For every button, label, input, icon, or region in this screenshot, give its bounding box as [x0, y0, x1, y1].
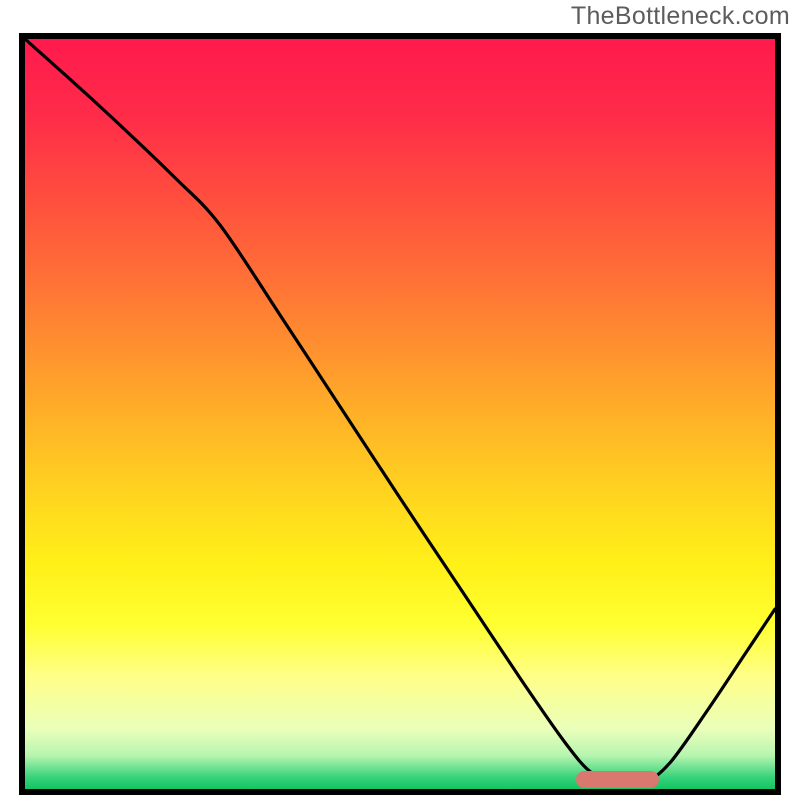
- plot-frame: [19, 33, 781, 795]
- optimum-marker: [576, 771, 659, 788]
- bottleneck-curve: [25, 39, 775, 789]
- watermark-text: TheBottleneck.com: [571, 2, 790, 31]
- chart-stage: TheBottleneck.com: [0, 0, 800, 800]
